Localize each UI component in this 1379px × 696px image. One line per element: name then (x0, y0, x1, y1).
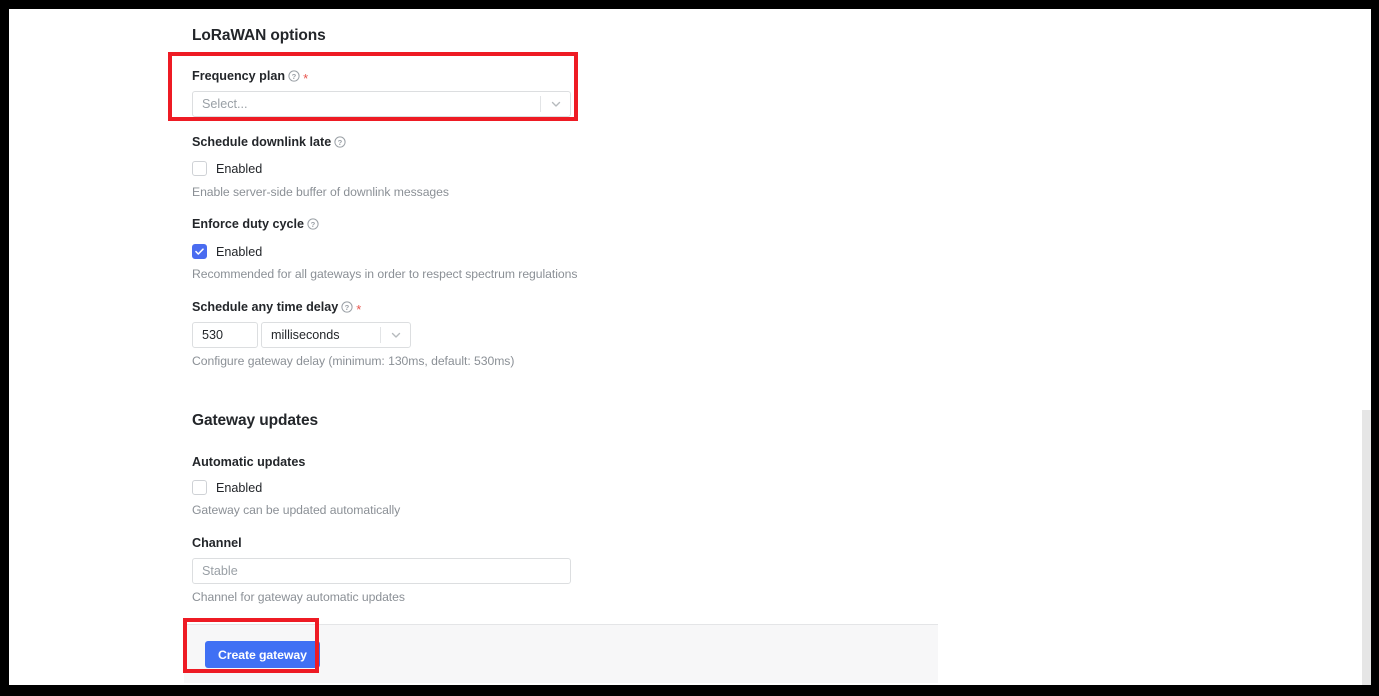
help-circle-icon[interactable]: ? (334, 136, 346, 148)
chevron-down-icon[interactable] (550, 98, 562, 110)
enforce-duty-cycle-checkbox-label: Enabled (216, 244, 263, 259)
schedule-downlink-late-label-text: Schedule downlink late (192, 135, 332, 149)
section-title-gateway-updates: Gateway updates (192, 412, 318, 429)
select-arrow-area[interactable] (380, 323, 410, 347)
enforce-duty-cycle-checkbox[interactable] (192, 244, 207, 259)
svg-text:?: ? (345, 303, 350, 312)
automatic-updates-label-text: Automatic updates (192, 455, 306, 469)
select-divider (540, 96, 541, 112)
required-asterisk: * (303, 70, 309, 86)
channel-label-text: Channel (192, 536, 242, 550)
channel-label: Channel (192, 536, 242, 550)
frequency-plan-label: Frequency plan ? * (192, 69, 309, 86)
frequency-plan-select[interactable]: Select... (192, 91, 571, 117)
help-circle-icon[interactable]: ? (288, 70, 300, 82)
schedule-downlink-late-checkbox-label: Enabled (216, 161, 263, 176)
schedule-any-time-delay-label-text: Schedule any time delay (192, 300, 339, 314)
schedule-any-time-delay-input[interactable]: 530 (192, 322, 258, 348)
schedule-any-time-delay-unit-value: milliseconds (271, 328, 340, 342)
svg-text:?: ? (292, 72, 297, 81)
enforce-duty-cycle-description: Recommended for all gateways in order to… (192, 267, 578, 281)
enforce-duty-cycle-checkbox-row[interactable]: Enabled (192, 244, 262, 259)
automatic-updates-checkbox-row[interactable]: Enabled (192, 480, 262, 495)
checkmark-icon (195, 248, 204, 255)
channel-placeholder: Stable (202, 564, 238, 578)
automatic-updates-checkbox[interactable] (192, 480, 207, 495)
svg-text:?: ? (311, 220, 316, 229)
enforce-duty-cycle-label-text: Enforce duty cycle (192, 217, 304, 231)
frequency-plan-placeholder: Select... (202, 97, 248, 111)
schedule-any-time-delay-unit-select[interactable]: milliseconds (261, 322, 411, 348)
required-asterisk: * (356, 301, 362, 317)
schedule-downlink-late-checkbox[interactable] (192, 161, 207, 176)
schedule-downlink-late-label: Schedule downlink late ? (192, 135, 346, 149)
page-scrollbar-thumb[interactable] (1362, 410, 1371, 685)
channel-description: Channel for gateway automatic updates (192, 590, 405, 604)
schedule-any-time-delay-description: Configure gateway delay (minimum: 130ms,… (192, 354, 515, 368)
section-title-lorawan-options: LoRaWAN options (192, 27, 326, 44)
screenshot-frame: LoRaWAN options Frequency plan ? * Selec… (0, 0, 1379, 696)
schedule-downlink-late-checkbox-row[interactable]: Enabled (192, 161, 262, 176)
select-arrow-area[interactable] (540, 92, 570, 116)
help-circle-icon[interactable]: ? (307, 218, 319, 230)
automatic-updates-checkbox-label: Enabled (216, 480, 263, 495)
create-gateway-button[interactable]: Create gateway (205, 641, 320, 668)
channel-input[interactable]: Stable (192, 558, 571, 584)
svg-text:?: ? (338, 138, 343, 147)
chevron-down-icon[interactable] (390, 329, 402, 341)
frequency-plan-label-text: Frequency plan (192, 69, 286, 83)
automatic-updates-label: Automatic updates (192, 455, 305, 469)
settings-page: LoRaWAN options Frequency plan ? * Selec… (9, 9, 1371, 685)
page-scrollbar-track[interactable] (1362, 9, 1371, 685)
schedule-any-time-delay-label: Schedule any time delay ? * (192, 300, 362, 317)
select-divider (380, 327, 381, 343)
schedule-any-time-delay-value: 530 (202, 328, 224, 342)
automatic-updates-description: Gateway can be updated automatically (192, 503, 401, 517)
enforce-duty-cycle-label: Enforce duty cycle ? (192, 217, 319, 231)
help-circle-icon[interactable]: ? (341, 301, 353, 313)
schedule-downlink-late-description: Enable server-side buffer of downlink me… (192, 185, 449, 199)
